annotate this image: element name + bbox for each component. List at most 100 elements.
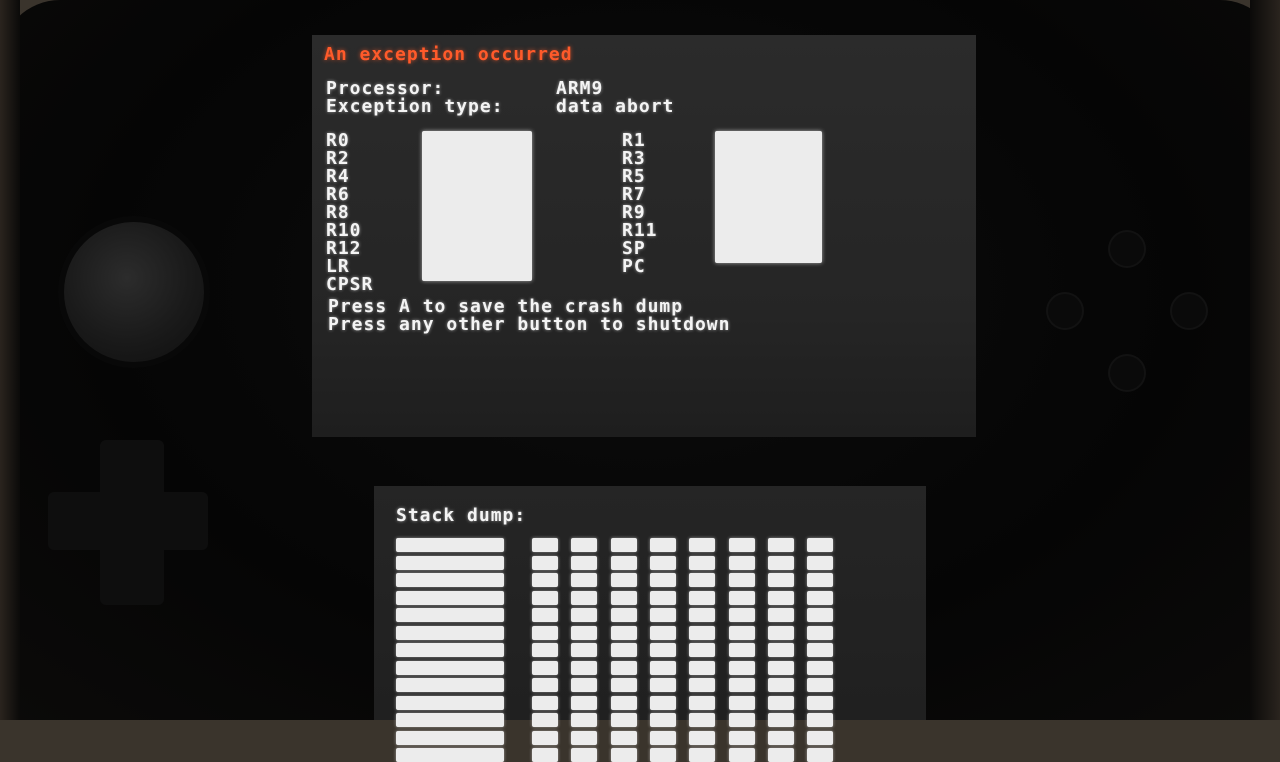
stack-dump-byte xyxy=(807,573,834,587)
stack-dump-byte xyxy=(610,660,637,675)
stack-dump-byte xyxy=(571,678,598,692)
stack-dump-byte xyxy=(689,660,716,675)
stack-dump-byte xyxy=(728,695,755,710)
stack-dump-address xyxy=(396,555,504,570)
stack-dump-byte xyxy=(532,538,558,552)
stack-dump-byte xyxy=(767,660,794,675)
x-button[interactable] xyxy=(1110,232,1144,266)
stack-dump-byte xyxy=(649,555,676,570)
stack-dump-byte xyxy=(689,748,716,762)
stack-dump-byte xyxy=(767,695,794,710)
stack-dump-byte xyxy=(610,538,637,552)
register-values-left xyxy=(422,131,532,281)
stack-dump-address xyxy=(396,590,504,605)
stack-dump-address xyxy=(396,608,504,622)
stack-dump-byte xyxy=(728,748,755,762)
stack-dump-byte xyxy=(767,625,794,640)
register-name-pc: PC xyxy=(622,256,646,277)
stack-dump-address xyxy=(396,730,504,745)
stack-dump-byte xyxy=(532,678,558,692)
dpad-horizontal[interactable] xyxy=(48,492,208,550)
stack-dump-byte xyxy=(767,713,794,727)
stack-dump-byte xyxy=(689,695,716,710)
stack-dump-byte xyxy=(610,555,637,570)
bottom-screen[interactable]: Stack dump: xyxy=(374,486,926,762)
stack-dump-byte xyxy=(728,555,755,570)
stack-dump-byte xyxy=(610,590,637,605)
stack-dump-byte xyxy=(728,643,755,657)
stack-dump-byte xyxy=(807,643,834,657)
stack-dump-byte xyxy=(689,678,716,692)
stack-dump-byte xyxy=(728,678,755,692)
shutdown-prompt: Press any other button to shutdown xyxy=(328,314,731,335)
stack-dump-byte xyxy=(649,730,676,745)
stack-dump-byte xyxy=(610,695,637,710)
stack-dump-byte xyxy=(807,713,834,727)
stack-dump-byte xyxy=(807,555,834,570)
stack-dump-byte xyxy=(532,695,558,710)
stack-dump-byte xyxy=(610,608,637,622)
stack-dump-byte xyxy=(610,730,637,745)
stack-dump-byte xyxy=(532,730,558,745)
stack-dump-byte xyxy=(767,538,794,552)
stack-dump-byte xyxy=(649,608,676,622)
stack-dump-byte xyxy=(532,573,558,587)
stack-dump-byte xyxy=(571,713,598,727)
stack-dump-byte xyxy=(649,660,676,675)
console-right-edge xyxy=(1250,0,1280,720)
stack-dump-byte xyxy=(571,538,598,552)
stack-dump-address xyxy=(396,625,504,640)
stack-dump-byte xyxy=(610,678,637,692)
stack-dump-byte xyxy=(767,730,794,745)
stack-dump-byte xyxy=(728,625,755,640)
stack-dump-byte xyxy=(689,625,716,640)
stack-dump-byte xyxy=(532,643,558,657)
stack-dump-byte xyxy=(767,678,794,692)
stack-dump-byte xyxy=(807,730,834,745)
register-values-right xyxy=(715,131,822,263)
y-button[interactable] xyxy=(1048,294,1082,328)
stack-dump-byte xyxy=(649,695,676,710)
stack-dump-byte xyxy=(571,555,598,570)
stack-dump-byte xyxy=(532,608,558,622)
stack-dump-address xyxy=(396,538,504,552)
stack-dump-byte xyxy=(649,748,676,762)
stack-dump-byte xyxy=(649,678,676,692)
stack-dump-byte xyxy=(610,713,637,727)
stack-dump-byte xyxy=(807,625,834,640)
stack-dump-byte xyxy=(728,660,755,675)
circle-pad[interactable] xyxy=(64,222,204,362)
stack-dump-byte xyxy=(689,590,716,605)
stack-dump-byte xyxy=(807,660,834,675)
stack-dump-byte xyxy=(689,643,716,657)
stack-dump-byte xyxy=(728,730,755,745)
stack-dump-byte xyxy=(728,538,755,552)
stack-dump-byte xyxy=(728,713,755,727)
stack-dump-byte xyxy=(610,625,637,640)
stack-dump-byte xyxy=(767,573,794,587)
a-button[interactable] xyxy=(1172,294,1206,328)
stack-dump-byte xyxy=(571,573,598,587)
exception-title: An exception occurred xyxy=(324,44,573,65)
top-screen: An exception occurred Processor: ARM9 Ex… xyxy=(312,35,976,437)
stack-dump-byte xyxy=(571,643,598,657)
stack-dump-byte xyxy=(532,713,558,727)
stack-dump-byte xyxy=(532,660,558,675)
stack-dump-byte xyxy=(807,590,834,605)
stack-dump-byte xyxy=(767,608,794,622)
register-name-cpsr: CPSR xyxy=(326,274,374,295)
stack-dump-byte xyxy=(571,748,598,762)
stack-dump-byte xyxy=(767,748,794,762)
stack-dump-byte xyxy=(728,590,755,605)
stack-dump-byte xyxy=(649,573,676,587)
stack-dump-byte xyxy=(571,660,598,675)
stack-dump-byte xyxy=(571,608,598,622)
b-button[interactable] xyxy=(1110,356,1144,390)
stack-dump-byte xyxy=(767,555,794,570)
stack-dump-byte xyxy=(571,730,598,745)
stack-dump-address xyxy=(396,748,504,762)
console-left-edge xyxy=(0,0,20,720)
stack-dump-address xyxy=(396,713,504,727)
stack-dump-byte xyxy=(807,538,834,552)
stack-dump-byte xyxy=(689,713,716,727)
